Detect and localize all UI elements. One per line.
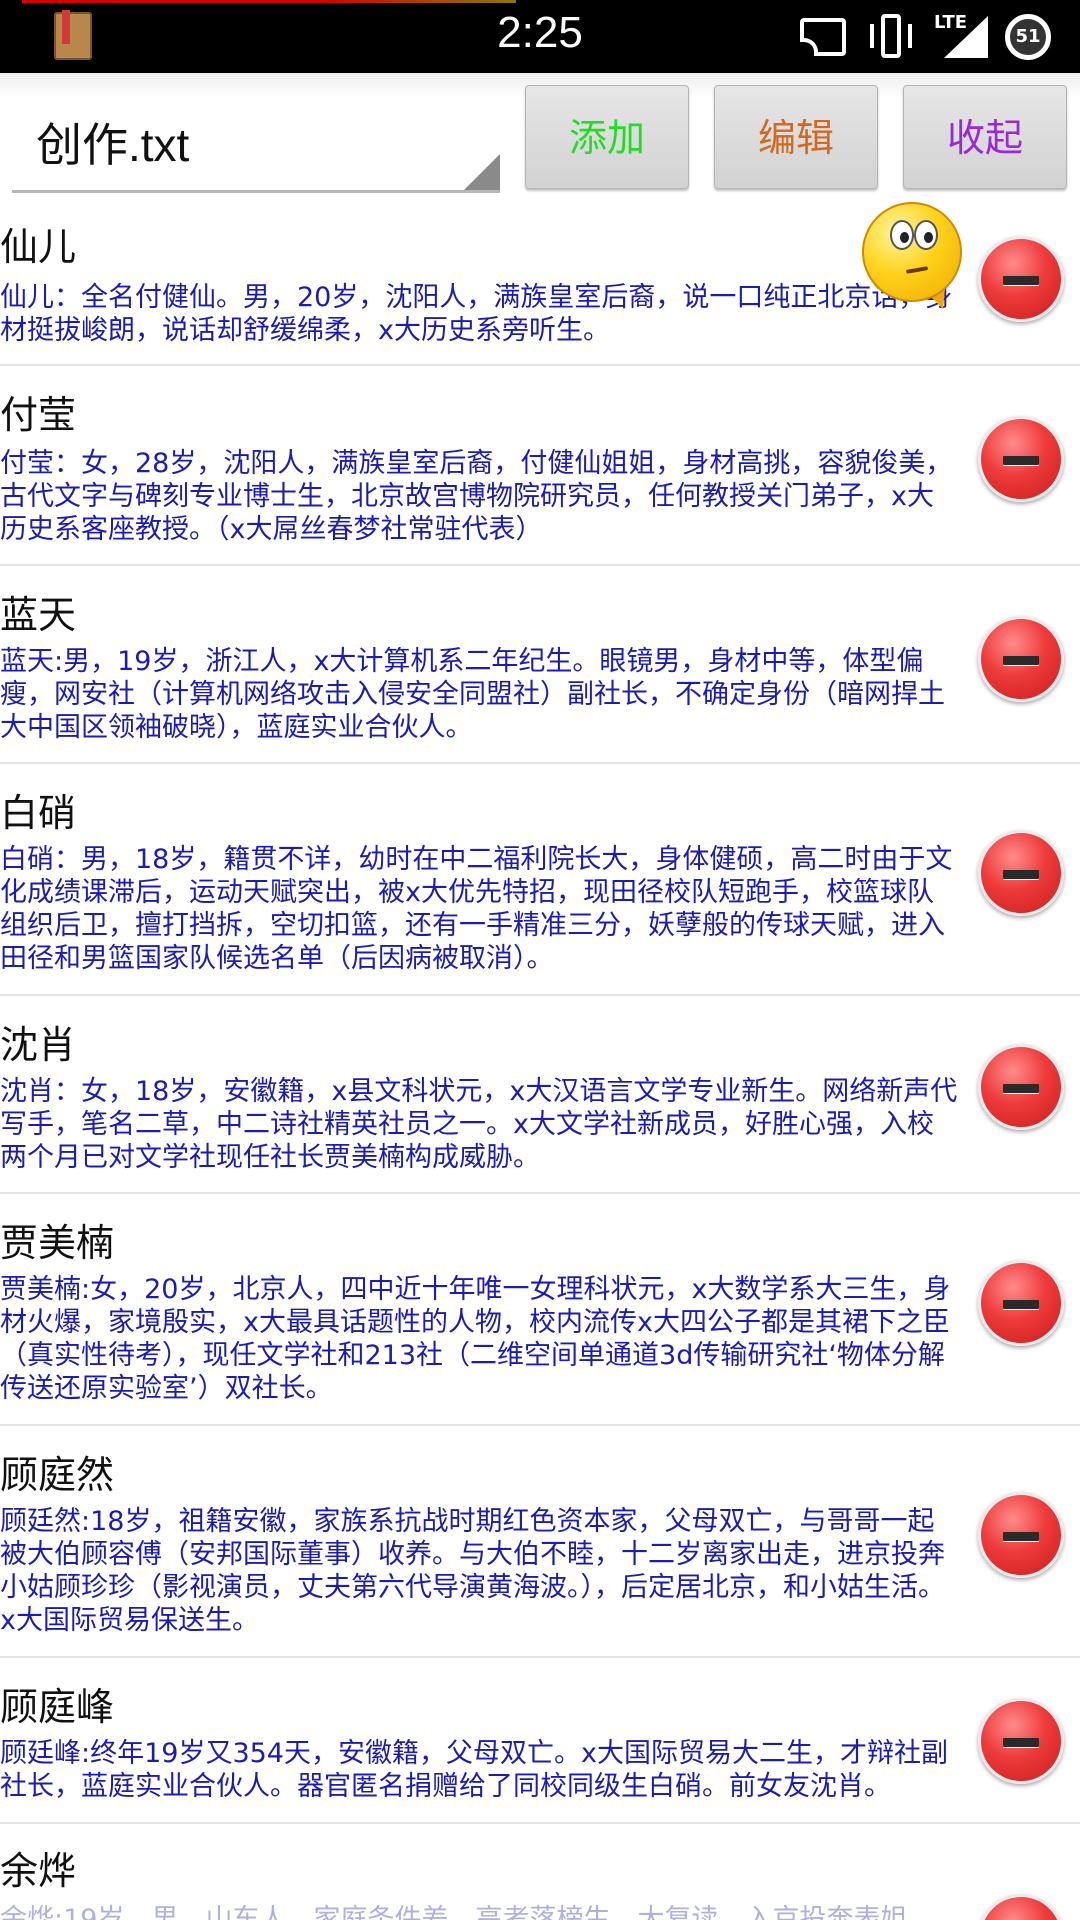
item-name: 仙儿 <box>0 225 77 269</box>
remove-button[interactable] <box>978 1044 1064 1130</box>
remove-button[interactable] <box>978 416 1064 502</box>
collapse-button[interactable]: 收起 <box>903 85 1067 189</box>
app-book-icon <box>54 10 92 60</box>
item-description: 蓝天:男，19岁，浙江人，x大计算机系二年纪生。眼镜男，身材中等，体型偏瘦，网安… <box>0 646 945 743</box>
item-name: 余烨 <box>0 1849 77 1893</box>
character-list: 仙儿 仙儿：全名付健仙。男，20岁，沈阳人，满族皇室后裔，说一口纯正北京话，身材… <box>0 200 1080 1920</box>
add-button[interactable]: 添加 <box>525 85 689 189</box>
remove-button[interactable] <box>978 1894 1064 1920</box>
item-description: 白硝：男，18岁，籍贯不详，幼时在中二福利院长大，身体健硕，高二时由于文化成绩课… <box>0 844 953 974</box>
item-name: 顾庭然 <box>0 1453 115 1497</box>
item-description: 仙儿：全名付健仙。男，20岁，沈阳人，满族皇室后裔，说一口纯正北京话，身材挺拔峻… <box>0 282 953 346</box>
list-item[interactable]: 付莹 付莹：女，28岁，沈阳人，满族皇室后裔，付健仙姐姐，身材高挑，容貌俊美，古… <box>0 366 1080 566</box>
remove-button[interactable] <box>978 1492 1064 1578</box>
list-item[interactable]: 顾庭峰 顾廷峰:终年19岁又354天，安徽籍，父母双亡。x大国际贸易大二生，才辩… <box>0 1658 1080 1824</box>
toolbar: 创作.txt 添加 编辑 收起 <box>0 73 1080 200</box>
remove-button[interactable] <box>978 830 1064 916</box>
item-name: 付莹 <box>0 393 77 437</box>
item-description: 贾美楠:女，20岁，北京人，四中近十年唯一女理科状元，x大数学系大三生，身材火爆… <box>0 1274 951 1404</box>
item-description: 余烨:19岁，男，山东人，家庭条件差，高考落榜生，大复读，入京投奔表姐 <box>0 1904 908 1920</box>
item-name: 顾庭峰 <box>0 1685 115 1729</box>
item-description: 顾廷然:18岁，祖籍安徽，家族系抗战时期红色资本家，父母双亡，与哥哥一起被大伯顾… <box>0 1506 945 1636</box>
item-name: 白硝 <box>0 791 77 835</box>
download-progress-line <box>22 0 516 3</box>
list-item[interactable]: 顾庭然 顾廷然:18岁，祖籍安徽，家族系抗战时期红色资本家，父母双亡，与哥哥一起… <box>0 1426 1080 1658</box>
item-description: 沈肖：女，18岁，安徽籍，x县文科状元，x大汉语言文学专业新生。网络新声代写手，… <box>0 1076 958 1173</box>
edit-button[interactable]: 编辑 <box>714 85 878 189</box>
file-select-value: 创作.txt <box>36 119 190 171</box>
signal-icon <box>944 16 988 58</box>
file-select-dropdown[interactable]: 创作.txt <box>12 87 500 193</box>
status-bar: 2:25 LTE 51 <box>0 0 1080 73</box>
dropdown-corner-icon <box>464 154 500 190</box>
cast-icon <box>800 18 846 56</box>
remove-button[interactable] <box>978 1698 1064 1784</box>
status-clock: 2:25 <box>497 8 583 57</box>
list-item[interactable]: 白硝 白硝：男，18岁，籍贯不详，幼时在中二福利院长大，身体健硕，高二时由于文化… <box>0 764 1080 996</box>
vibrate-icon <box>868 14 914 58</box>
thinking-face-icon[interactable] <box>862 202 966 314</box>
item-name: 蓝天 <box>0 593 77 637</box>
remove-button[interactable] <box>978 236 1064 322</box>
list-item[interactable]: 蓝天 蓝天:男，19岁，浙江人，x大计算机系二年纪生。眼镜男，身材中等，体型偏瘦… <box>0 566 1080 764</box>
battery-icon: 51 <box>1005 14 1051 60</box>
remove-button[interactable] <box>978 616 1064 702</box>
list-item[interactable]: 余烨 余烨:19岁，男，山东人，家庭条件差，高考落榜生，大复读，入京投奔表姐 <box>0 1824 1080 1920</box>
item-description: 顾廷峰:终年19岁又354天，安徽籍，父母双亡。x大国际贸易大二生，才辩社副社长… <box>0 1738 948 1802</box>
list-item[interactable]: 贾美楠 贾美楠:女，20岁，北京人，四中近十年唯一女理科状元，x大数学系大三生，… <box>0 1194 1080 1426</box>
item-description: 付莹：女，28岁，沈阳人，满族皇室后裔，付健仙姐姐，身材高挑，容貌俊美，古代文字… <box>0 448 953 545</box>
item-name: 贾美楠 <box>0 1221 115 1265</box>
list-item[interactable]: 沈肖 沈肖：女，18岁，安徽籍，x县文科状元，x大汉语言文学专业新生。网络新声代… <box>0 996 1080 1194</box>
remove-button[interactable] <box>978 1260 1064 1346</box>
item-name: 沈肖 <box>0 1023 77 1067</box>
